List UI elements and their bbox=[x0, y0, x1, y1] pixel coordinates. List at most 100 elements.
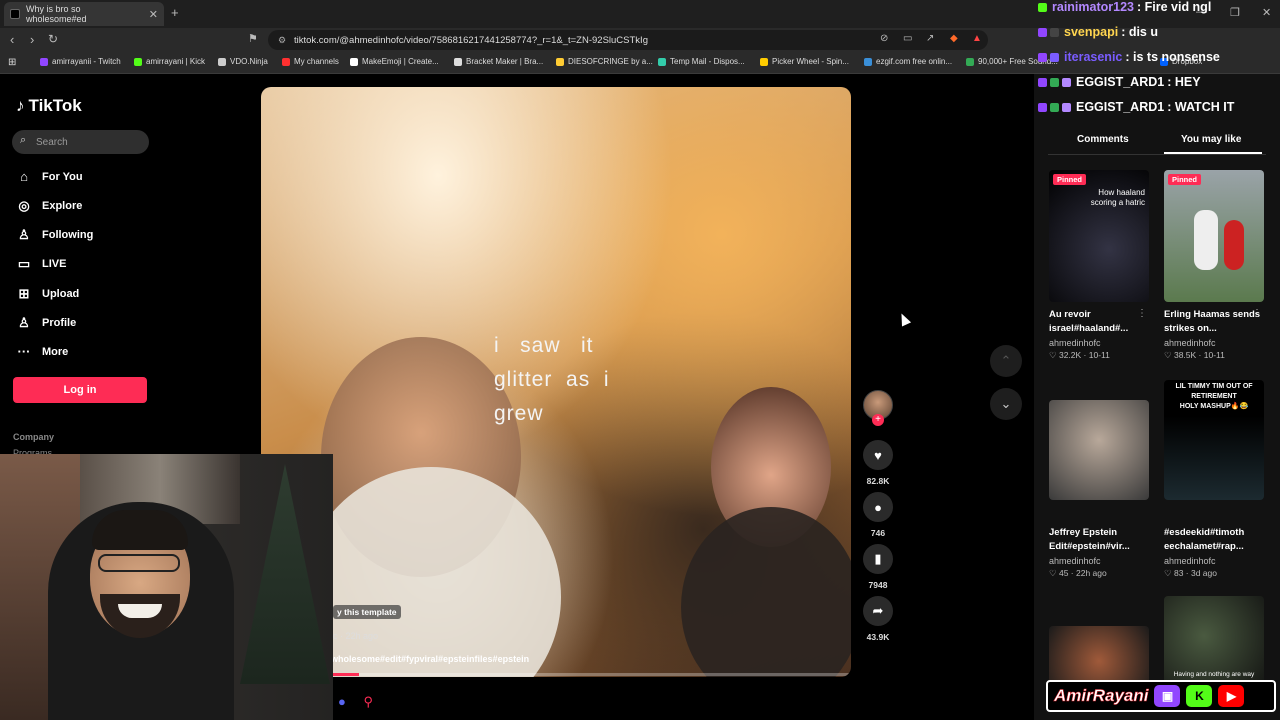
browser-tab[interactable]: Why is bro so wholesome#ed ✕ bbox=[4, 2, 164, 26]
card-title: #esdeekid#timoth eechalamet#rap... bbox=[1164, 527, 1245, 552]
tiktok-logo[interactable]: ♪ TikTok bbox=[16, 96, 82, 116]
card-author[interactable]: ahmedinhofc bbox=[1049, 556, 1149, 566]
forward-icon[interactable]: › bbox=[30, 32, 34, 47]
profile-icon: ♙ bbox=[18, 315, 30, 330]
bookmark-item[interactable]: amirrayani | Kick bbox=[134, 57, 205, 66]
video-progress-bar[interactable] bbox=[333, 673, 851, 676]
screen-icon[interactable]: ▭ bbox=[903, 33, 912, 44]
nav-explore[interactable]: ◎ Explore bbox=[16, 198, 82, 214]
video-hashtags[interactable]: wholesome#edit#fypviral#epsteinfiles#eps… bbox=[331, 654, 529, 664]
login-button[interactable]: Log in bbox=[13, 377, 147, 403]
video-thumbnail[interactable]: Pinned How haaland scoring a hatric bbox=[1049, 170, 1149, 302]
sub-badge-icon bbox=[1050, 27, 1059, 37]
bookmark-save-icon[interactable]: ▮ bbox=[863, 544, 893, 574]
chat-text: : dis u bbox=[1121, 25, 1158, 39]
tab-comments[interactable]: Comments bbox=[1077, 134, 1129, 145]
nav-upload[interactable]: ⊞ Upload bbox=[16, 286, 80, 302]
bookmark-item[interactable]: Temp Mail - Dispos... bbox=[658, 57, 745, 66]
nav-more[interactable]: ··· More bbox=[16, 344, 69, 359]
tempmail-icon bbox=[658, 57, 666, 66]
card-stats: ♡ 45 · 22h ago bbox=[1049, 568, 1107, 578]
video-card[interactable]: LIL TIMMY TIM OUT OF RETIREMENT HOLY MAS… bbox=[1164, 380, 1264, 579]
chat-text: : WATCH IT bbox=[1167, 100, 1235, 114]
like-action[interactable]: ♥ 82.8K bbox=[862, 440, 894, 486]
bookmark-item[interactable]: Picker Wheel - Spin... bbox=[760, 57, 849, 66]
follow-plus-icon[interactable]: + bbox=[872, 414, 884, 426]
video-thumbnail[interactable]: Pinned bbox=[1164, 170, 1264, 302]
sub-badge-icon bbox=[1050, 52, 1059, 62]
rewards-icon[interactable]: ▲ bbox=[972, 33, 982, 44]
card-author[interactable]: ahmedinhofc bbox=[1049, 338, 1149, 348]
twitch-badge-icon bbox=[1038, 77, 1047, 87]
chat-message: iterasenic : is ts nonsense bbox=[1038, 50, 1220, 64]
bookmark-item[interactable]: My channels bbox=[282, 57, 339, 66]
share-action[interactable]: ➦ 43.9K bbox=[862, 596, 894, 642]
pin-icon[interactable]: ⚲ bbox=[363, 694, 373, 709]
chevron-down-icon[interactable]: ⌄ bbox=[990, 388, 1022, 420]
card-author[interactable]: ahmedinhofc bbox=[1164, 338, 1264, 348]
bookmark-item[interactable]: DIESOFCRINGE by a... bbox=[556, 57, 653, 66]
close-tab-icon[interactable]: ✕ bbox=[149, 8, 158, 21]
search-input[interactable]: ⌕ Search bbox=[12, 130, 149, 154]
bookmark-label: amirrayani | Kick bbox=[146, 57, 205, 66]
active-tab-indicator bbox=[1164, 152, 1262, 154]
video-player[interactable]: i saw it glitter as i grew y this templa… bbox=[261, 87, 851, 677]
back-icon[interactable]: ‹ bbox=[10, 32, 14, 47]
chat-username: EGGIST_ARD1 bbox=[1076, 75, 1165, 89]
video-thumbnail[interactable] bbox=[1049, 400, 1149, 500]
nav-label: Upload bbox=[42, 288, 80, 300]
youtube-icon bbox=[282, 57, 290, 66]
bookmark-item[interactable]: MakeEmoji | Create... bbox=[350, 57, 439, 66]
taskbar-icons: ● ⚲ bbox=[338, 694, 373, 710]
template-label[interactable]: y this template bbox=[333, 605, 401, 619]
company-heading[interactable]: Company bbox=[13, 432, 54, 442]
kick-icon: K bbox=[1186, 685, 1213, 707]
sub-badge-icon bbox=[1050, 102, 1059, 112]
card-author[interactable]: ahmedinhofc bbox=[1164, 556, 1264, 566]
bookmark-label: Temp Mail - Dispos... bbox=[670, 57, 745, 66]
heart-icon[interactable]: ♥ bbox=[863, 440, 893, 470]
logo-text: TikTok bbox=[28, 96, 82, 115]
comment-icon[interactable]: ● bbox=[863, 492, 893, 522]
chat-username: EGGIST_ARD1 bbox=[1076, 100, 1165, 114]
chevron-up-icon[interactable]: ⌃ bbox=[990, 345, 1022, 377]
pinned-badge: Pinned bbox=[1053, 174, 1087, 185]
save-action[interactable]: ▮ 7948 bbox=[862, 544, 894, 590]
new-tab-icon[interactable]: + bbox=[171, 5, 179, 20]
card-title: Erling Haamas sends strikes on... bbox=[1164, 309, 1261, 334]
bookmark-label: MakeEmoji | Create... bbox=[362, 57, 439, 66]
brave-shield-icon[interactable]: ◆ bbox=[950, 33, 958, 44]
nav-following[interactable]: ♙ Following bbox=[16, 227, 93, 243]
apps-grid-icon[interactable]: ⊞ bbox=[8, 57, 16, 68]
tab-you-may-like[interactable]: You may like bbox=[1181, 134, 1241, 145]
twitch-icon bbox=[40, 57, 48, 66]
nav-live[interactable]: ▭ LIVE bbox=[16, 256, 67, 272]
twitch-badge-icon bbox=[1038, 102, 1047, 112]
comment-action[interactable]: ● 746 bbox=[862, 492, 894, 538]
twitch-badge-icon bbox=[1038, 27, 1047, 37]
nav-profile[interactable]: ♙ Profile bbox=[16, 315, 76, 331]
card-more-icon[interactable]: ⋮ bbox=[1137, 308, 1147, 319]
no-track-icon[interactable]: ⊘ bbox=[880, 33, 888, 44]
site-info-icon[interactable]: ⚙ bbox=[278, 35, 286, 46]
bookmark-icon[interactable]: ⚑ bbox=[248, 32, 258, 45]
video-card[interactable]: Pinned Erling Haamas sends strikes on...… bbox=[1164, 170, 1264, 361]
bookmark-label: amirrayanii - Twitch bbox=[52, 57, 121, 66]
video-card[interactable]: Pinned How haaland scoring a hatric Au r… bbox=[1049, 170, 1149, 361]
share-icon[interactable]: ↗ bbox=[926, 33, 934, 44]
bookmark-item[interactable]: Bracket Maker | Bra... bbox=[454, 57, 543, 66]
bookmark-item[interactable]: amirrayanii - Twitch bbox=[40, 57, 121, 66]
discord-icon[interactable]: ● bbox=[338, 694, 346, 709]
video-card[interactable]: Jeffrey Epstein Edit#epstein#vir... ahme… bbox=[1049, 400, 1149, 579]
nav-for-you[interactable]: ⌂ For You bbox=[16, 169, 82, 184]
bookmark-item[interactable]: VDO.Ninja bbox=[218, 57, 268, 66]
chat-message: EGGIST_ARD1 : WATCH IT bbox=[1038, 100, 1234, 114]
player-figure bbox=[1224, 220, 1244, 270]
card-more-icon[interactable]: ⋮ bbox=[1252, 308, 1262, 319]
gift-badge-icon bbox=[1062, 102, 1071, 112]
share-arrow-icon[interactable]: ➦ bbox=[863, 596, 893, 626]
video-thumbnail[interactable]: LIL TIMMY TIM OUT OF RETIREMENT HOLY MAS… bbox=[1164, 380, 1264, 500]
chat-username: svenpapi bbox=[1064, 25, 1119, 39]
reload-icon[interactable]: ↻ bbox=[48, 32, 58, 46]
bookmark-item[interactable]: ezgif.com free onlin... bbox=[864, 57, 952, 66]
